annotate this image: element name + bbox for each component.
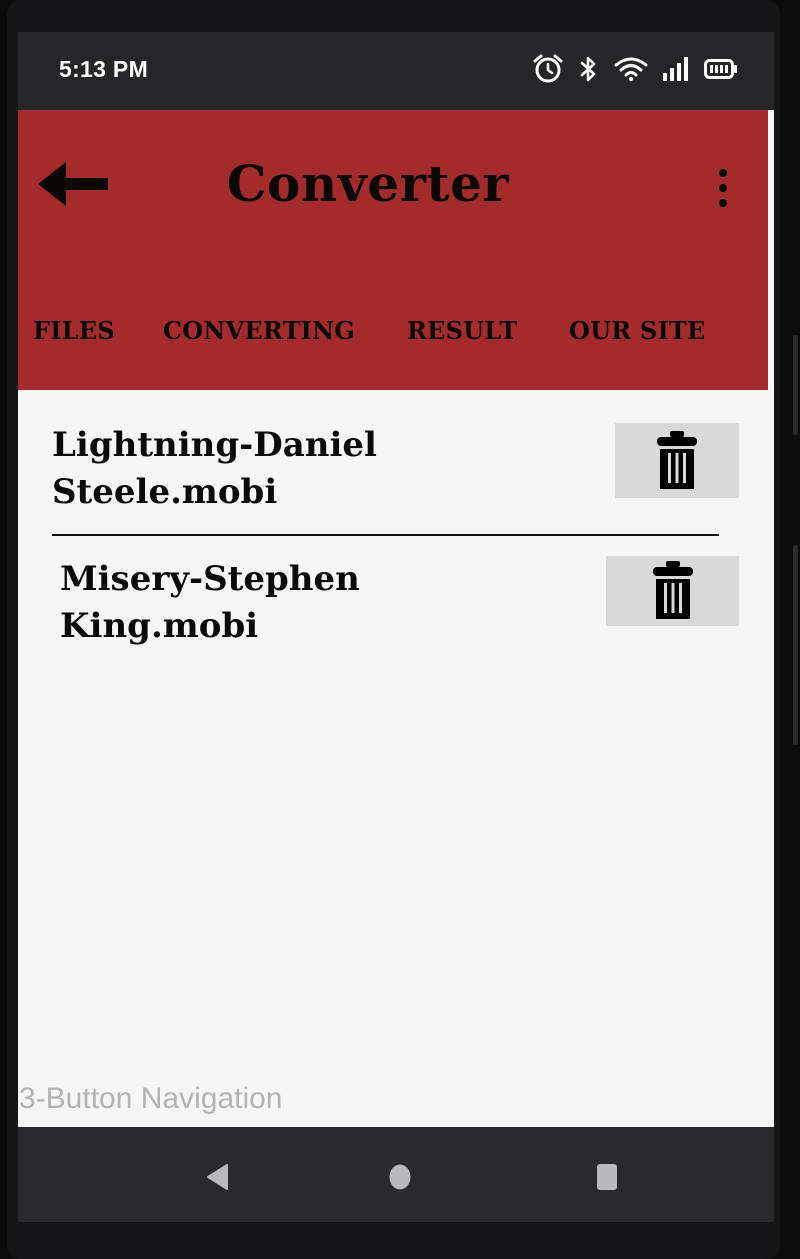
recents-icon xyxy=(597,1164,617,1190)
nav-home-button[interactable] xyxy=(380,1157,420,1197)
battery-icon xyxy=(704,59,737,79)
home-icon xyxy=(389,1164,411,1190)
status-time: 5:13 PM xyxy=(59,56,149,82)
power-button xyxy=(793,545,798,745)
file-name: Lightning-Daniel Steele.mobi xyxy=(52,425,377,512)
tab-result[interactable]: RESULT xyxy=(407,316,517,345)
delete-button[interactable] xyxy=(615,423,739,498)
nav-recents-button[interactable] xyxy=(587,1157,627,1197)
tab-converting[interactable]: CONVERTING xyxy=(163,316,355,345)
more-options-icon[interactable] xyxy=(713,168,733,210)
trash-icon xyxy=(652,561,693,619)
tab-our-site[interactable]: OUR SITE xyxy=(569,316,705,345)
signal-icon xyxy=(663,57,688,81)
wifi-icon xyxy=(614,57,648,82)
tab-files[interactable]: FILES xyxy=(33,316,115,345)
screen: 5:13 PM Converter FILES CONVERTING RESUL… xyxy=(18,32,774,1222)
volume-button xyxy=(793,335,798,435)
file-name: Misery-Stephen King.mobi xyxy=(60,559,360,646)
nav-back-button[interactable] xyxy=(198,1157,238,1197)
back-icon xyxy=(207,1164,228,1190)
alarm-icon xyxy=(533,54,563,83)
trash-icon xyxy=(657,430,697,489)
app-title: Converter xyxy=(226,154,510,213)
navigation-bar xyxy=(18,1127,774,1222)
delete-button[interactable] xyxy=(606,556,739,626)
status-bar: 5:13 PM xyxy=(18,32,774,110)
bluetooth-icon xyxy=(580,56,596,82)
navigation-hint: 3-Button Navigation xyxy=(19,1082,283,1115)
list-divider xyxy=(52,534,719,536)
app-bar: Converter FILES CONVERTING RESULT OUR SI… xyxy=(18,110,768,390)
status-icons xyxy=(532,54,738,84)
tab-bar: FILES CONVERTING RESULT OUR SITE xyxy=(18,316,768,358)
